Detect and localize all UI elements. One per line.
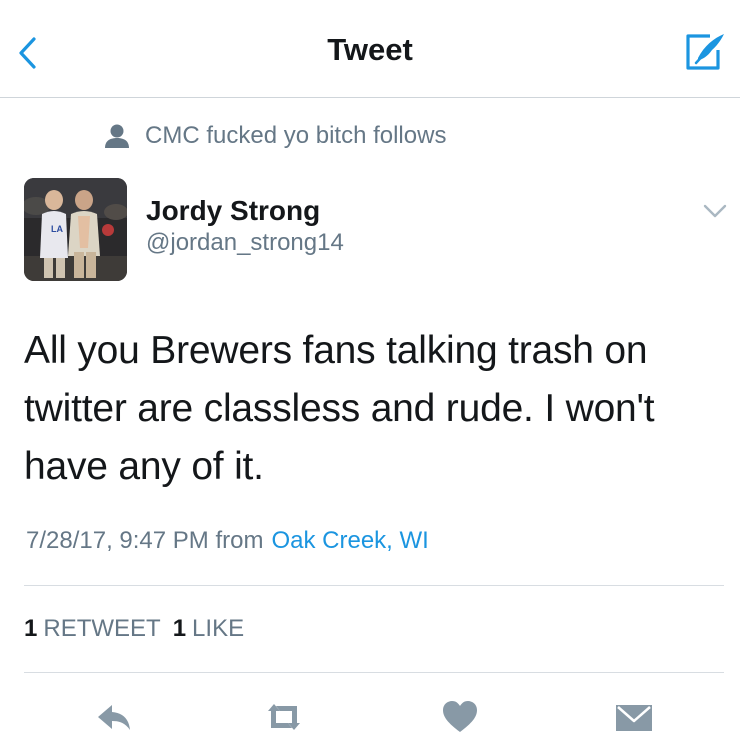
chevron-down-icon[interactable] — [700, 199, 730, 223]
tweet-text: All you Brewers fans talking trash on tw… — [24, 329, 655, 488]
author-name[interactable]: Jordy Strong — [146, 194, 344, 228]
svg-text:LA: LA — [51, 224, 63, 234]
envelope-icon[interactable] — [614, 697, 654, 737]
nav-bar: Tweet — [0, 0, 740, 98]
person-icon — [105, 124, 129, 148]
like-count: 1 — [172, 615, 187, 642]
divider — [24, 672, 724, 673]
retweet-icon[interactable] — [264, 697, 304, 737]
like-label: LIKE — [192, 615, 245, 642]
tweet-timestamp: 7/28/17, 9:47 PM from — [26, 527, 264, 554]
tweet-meta: 7/28/17, 9:47 PM from Oak Creek, WI — [26, 527, 429, 555]
divider — [24, 585, 724, 586]
avatar-photo: LA — [24, 178, 127, 281]
author-handle[interactable]: @jordan_strong14 — [146, 228, 344, 258]
page-title: Tweet — [327, 32, 413, 67]
tweet-stats: 1 RETWEET 1 LIKE — [24, 615, 244, 643]
like-count-link[interactable]: 1 LIKE — [173, 615, 244, 642]
heart-icon[interactable] — [440, 697, 480, 737]
avatar[interactable]: LA — [24, 178, 127, 281]
retweet-count-link[interactable]: 1 RETWEET — [24, 615, 161, 642]
social-context: CMC fucked yo bitch follows — [103, 118, 446, 154]
reply-icon[interactable] — [94, 697, 134, 737]
compose-tweet-icon[interactable] — [682, 30, 728, 72]
retweet-label: RETWEET — [43, 615, 161, 642]
tweet-author[interactable]: Jordy Strong @jordan_strong14 — [146, 194, 344, 258]
social-context-text: CMC fucked yo bitch follows — [145, 122, 447, 149]
retweet-count: 1 — [24, 615, 38, 642]
tweet-location-link[interactable]: Oak Creek, WI — [271, 527, 428, 554]
